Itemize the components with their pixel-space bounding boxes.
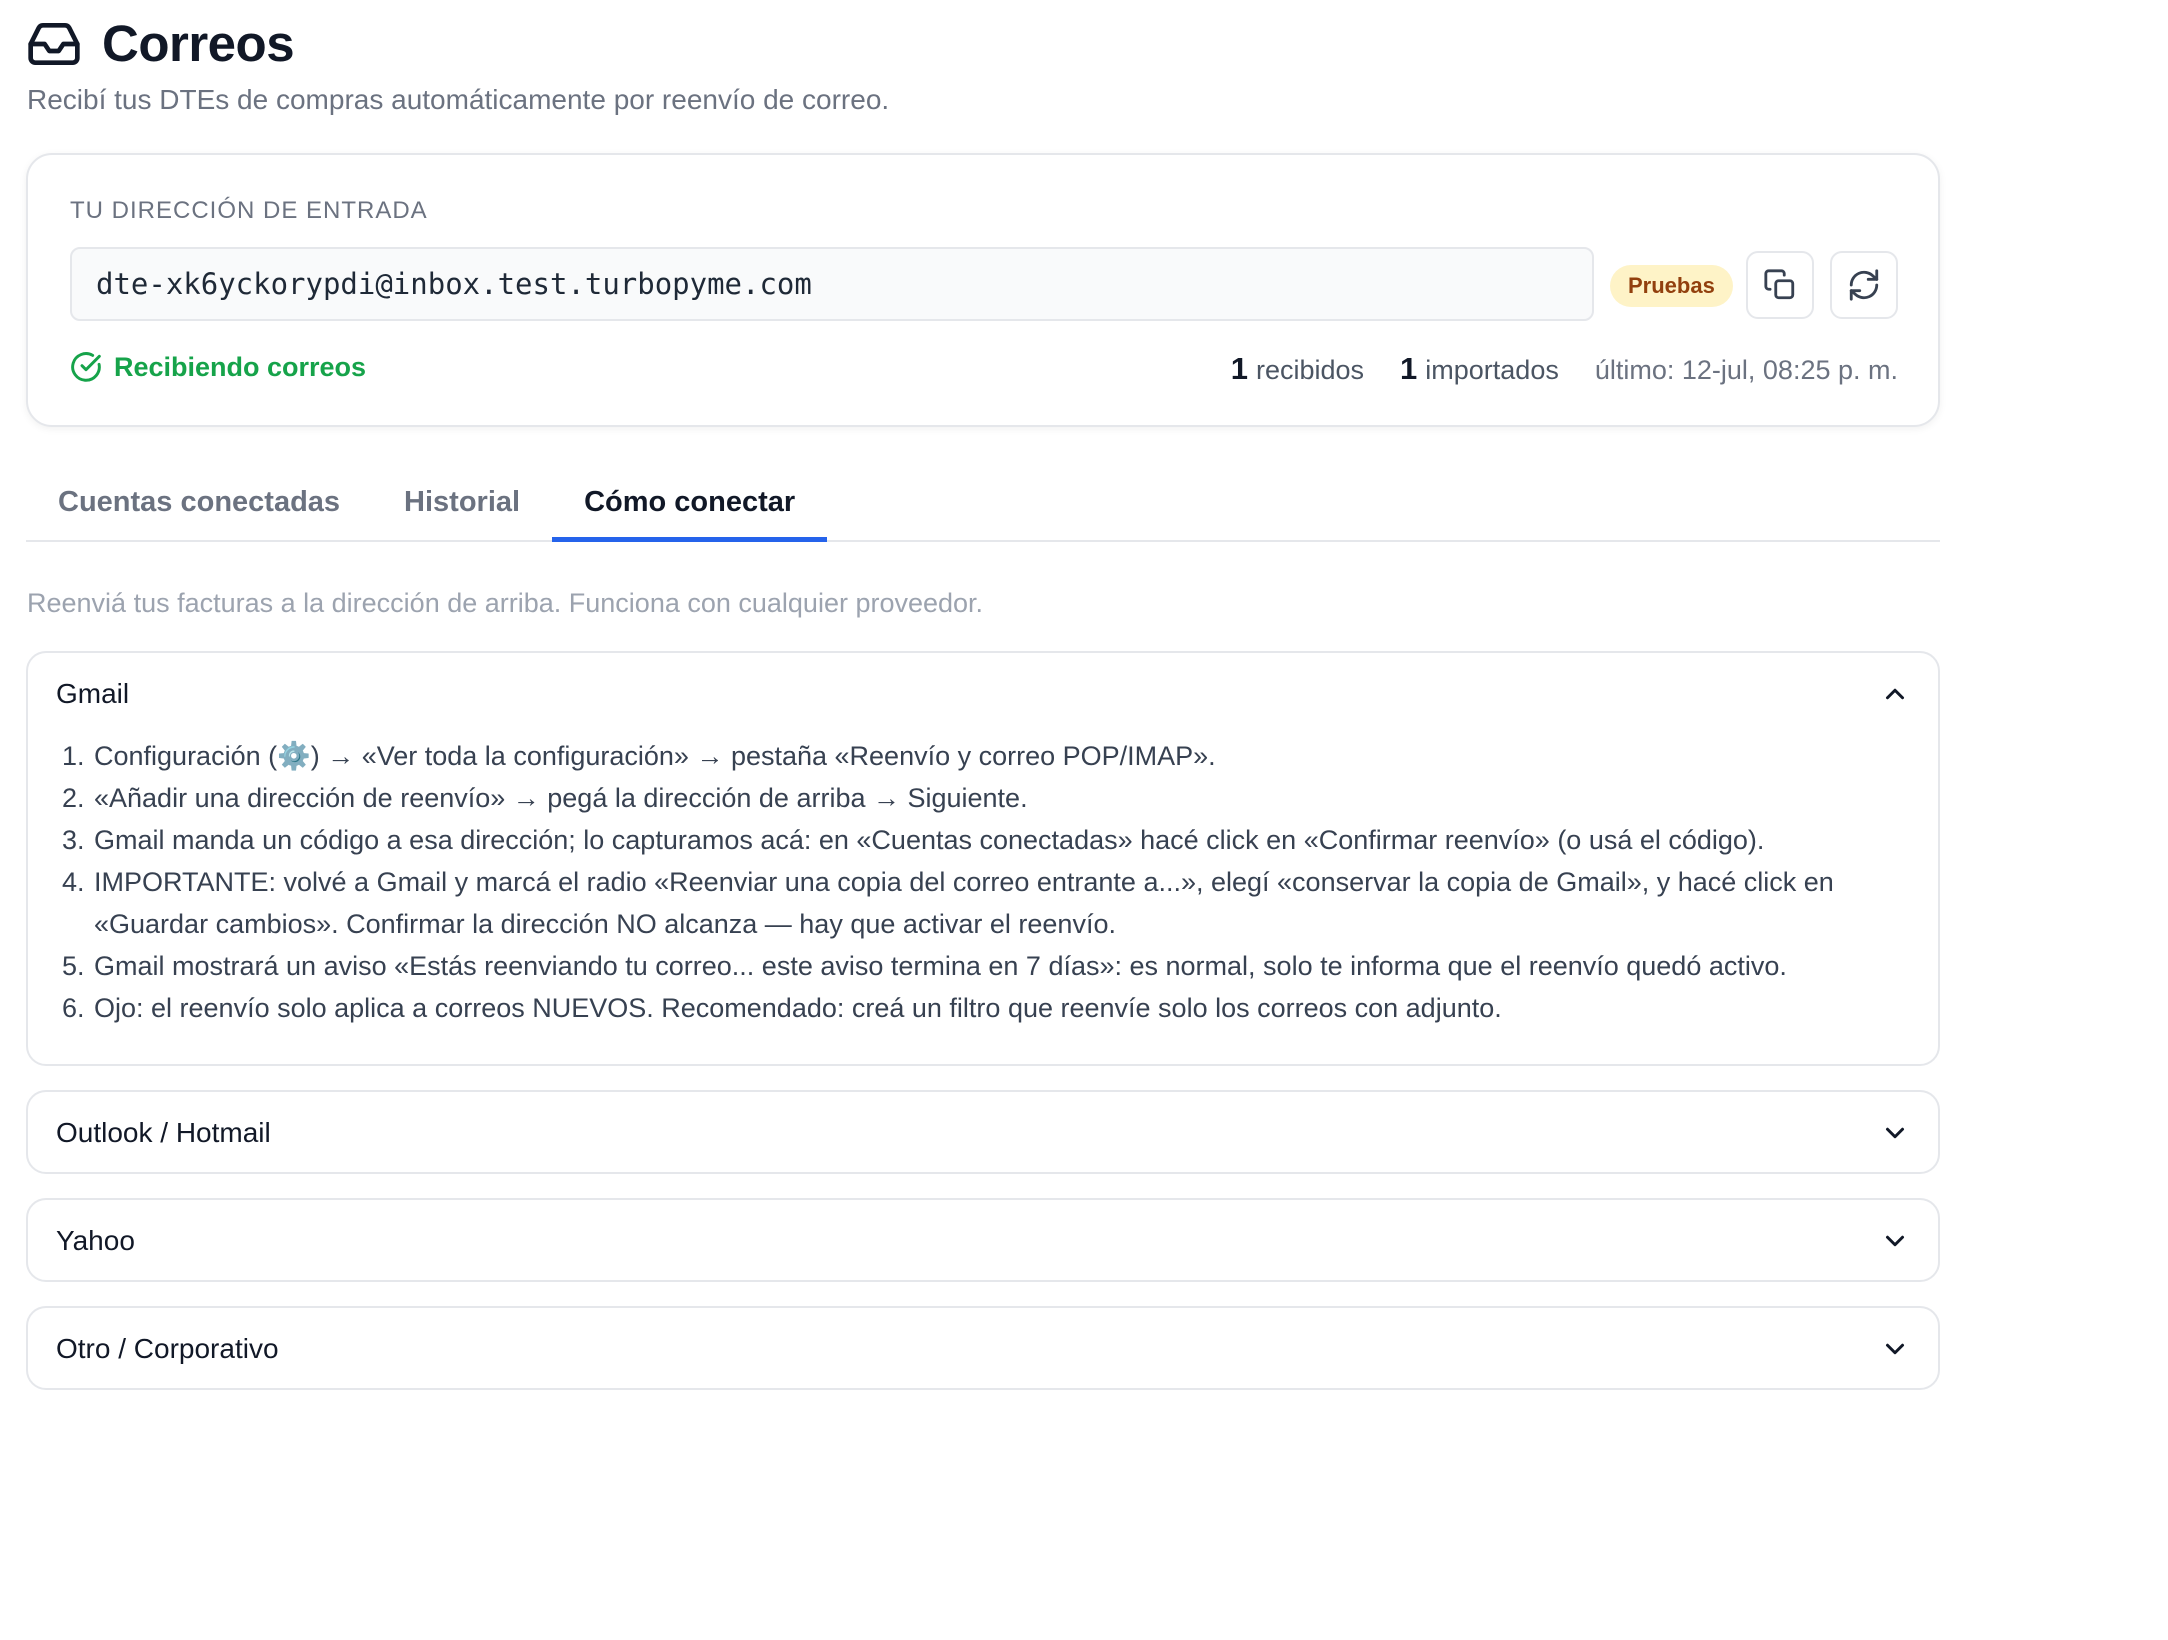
accordion-outlook[interactable]: Outlook / Hotmail xyxy=(26,1090,1940,1174)
accordion-gmail: Gmail 1. Configuración (⚙️) → «Ver toda l… xyxy=(26,651,1940,1066)
list-item: 3. Gmail manda un código a esa dirección;… xyxy=(62,825,1765,855)
chevron-down-icon xyxy=(1886,1343,1904,1355)
chevron-down-icon xyxy=(1886,1235,1904,1247)
accordion-yahoo[interactable]: Yahoo xyxy=(26,1198,1940,1282)
inbox-address-card: TU DIRECCIÓN DE ENTRADA dte-xk6yckorypdi… xyxy=(26,153,1940,427)
accordion-yahoo-header[interactable]: Yahoo xyxy=(28,1200,1938,1282)
inbox-address-value: dte-xk6yckorypdi@inbox.test.turbopyme.co… xyxy=(96,267,812,301)
accordion-other-title: Otro / Corporativo xyxy=(56,1333,279,1364)
tab-history[interactable]: Historial xyxy=(372,470,552,542)
accordion-yahoo-title: Yahoo xyxy=(56,1225,135,1256)
accordion-outlook-header[interactable]: Outlook / Hotmail xyxy=(28,1092,1938,1174)
page-subtitle: Recibí tus DTEs de compras automáticamen… xyxy=(27,84,890,115)
list-item: 1. Configuración (⚙️) → «Ver toda la conf… xyxy=(62,741,1216,771)
accordion-other-header[interactable]: Otro / Corporativo xyxy=(28,1308,1938,1390)
page-title: Correos xyxy=(102,15,295,72)
tab-connected-accounts[interactable]: Cuentas conectadas xyxy=(26,470,372,542)
regenerate-address-button[interactable] xyxy=(1830,251,1898,319)
page: Correos Recibí tus DTEs de compras autom… xyxy=(0,0,2168,1640)
tab-how-to-connect[interactable]: Cómo conectar xyxy=(552,470,828,542)
helper-text: Reenviá tus facturas a la dirección de a… xyxy=(27,588,984,618)
received-stat: 1 recibidos xyxy=(1231,351,1364,387)
last-received: último: 12-jul, 08:25 p. m. xyxy=(1594,355,1898,385)
inbox-icon xyxy=(26,16,82,72)
receiving-status-text: Recibiendo correos xyxy=(114,351,367,382)
list-item: 6. Ojo: el reenvío solo aplica a correos … xyxy=(62,993,1502,1023)
list-item: 4. IMPORTANTE: volvé a Gmail y marcá el r… xyxy=(62,867,1834,939)
chevron-up-icon xyxy=(1886,688,1904,700)
received-count: 1 xyxy=(1230,351,1248,386)
receiving-status: Recibiendo correos xyxy=(70,351,366,383)
inbox-stats: 1 recibidos 1 importados último: 12-jul, 0… xyxy=(1231,351,1898,387)
tab-bar: Cuentas conectadas Historial Cómo conect… xyxy=(26,470,1940,542)
environment-badge: Pruebas xyxy=(1610,265,1733,307)
refresh-icon xyxy=(1849,269,1879,301)
gmail-steps-list: 1. Configuración (⚙️) → «Ver toda la conf… xyxy=(28,735,1938,1029)
inbox-address-label: TU DIRECCIÓN DE ENTRADA xyxy=(70,197,428,224)
accordion-gmail-header[interactable]: Gmail xyxy=(28,653,1938,735)
copy-icon xyxy=(1764,269,1795,300)
accordion-outlook-title: Outlook / Hotmail xyxy=(56,1117,271,1148)
received-label: recibidos xyxy=(1255,355,1365,385)
accordion-other-corporate[interactable]: Otro / Corporativo xyxy=(26,1306,1940,1390)
imported-stat: 1 importados xyxy=(1400,351,1559,387)
chevron-down-icon xyxy=(1886,1127,1904,1139)
imported-count: 1 xyxy=(1400,351,1418,386)
list-item: 5. Gmail mostrará un aviso «Estás reenvia… xyxy=(62,951,1787,981)
inbox-address-field[interactable]: dte-xk6yckorypdi@inbox.test.turbopyme.co… xyxy=(70,247,1594,321)
imported-label: importados xyxy=(1425,355,1559,385)
page-header: Correos xyxy=(26,14,295,73)
list-item: 2. «Añadir una dirección de reenvío» → pe… xyxy=(62,783,1028,813)
copy-address-button[interactable] xyxy=(1746,251,1814,319)
accordion-gmail-title: Gmail xyxy=(56,678,130,709)
check-circle-icon xyxy=(71,352,101,382)
